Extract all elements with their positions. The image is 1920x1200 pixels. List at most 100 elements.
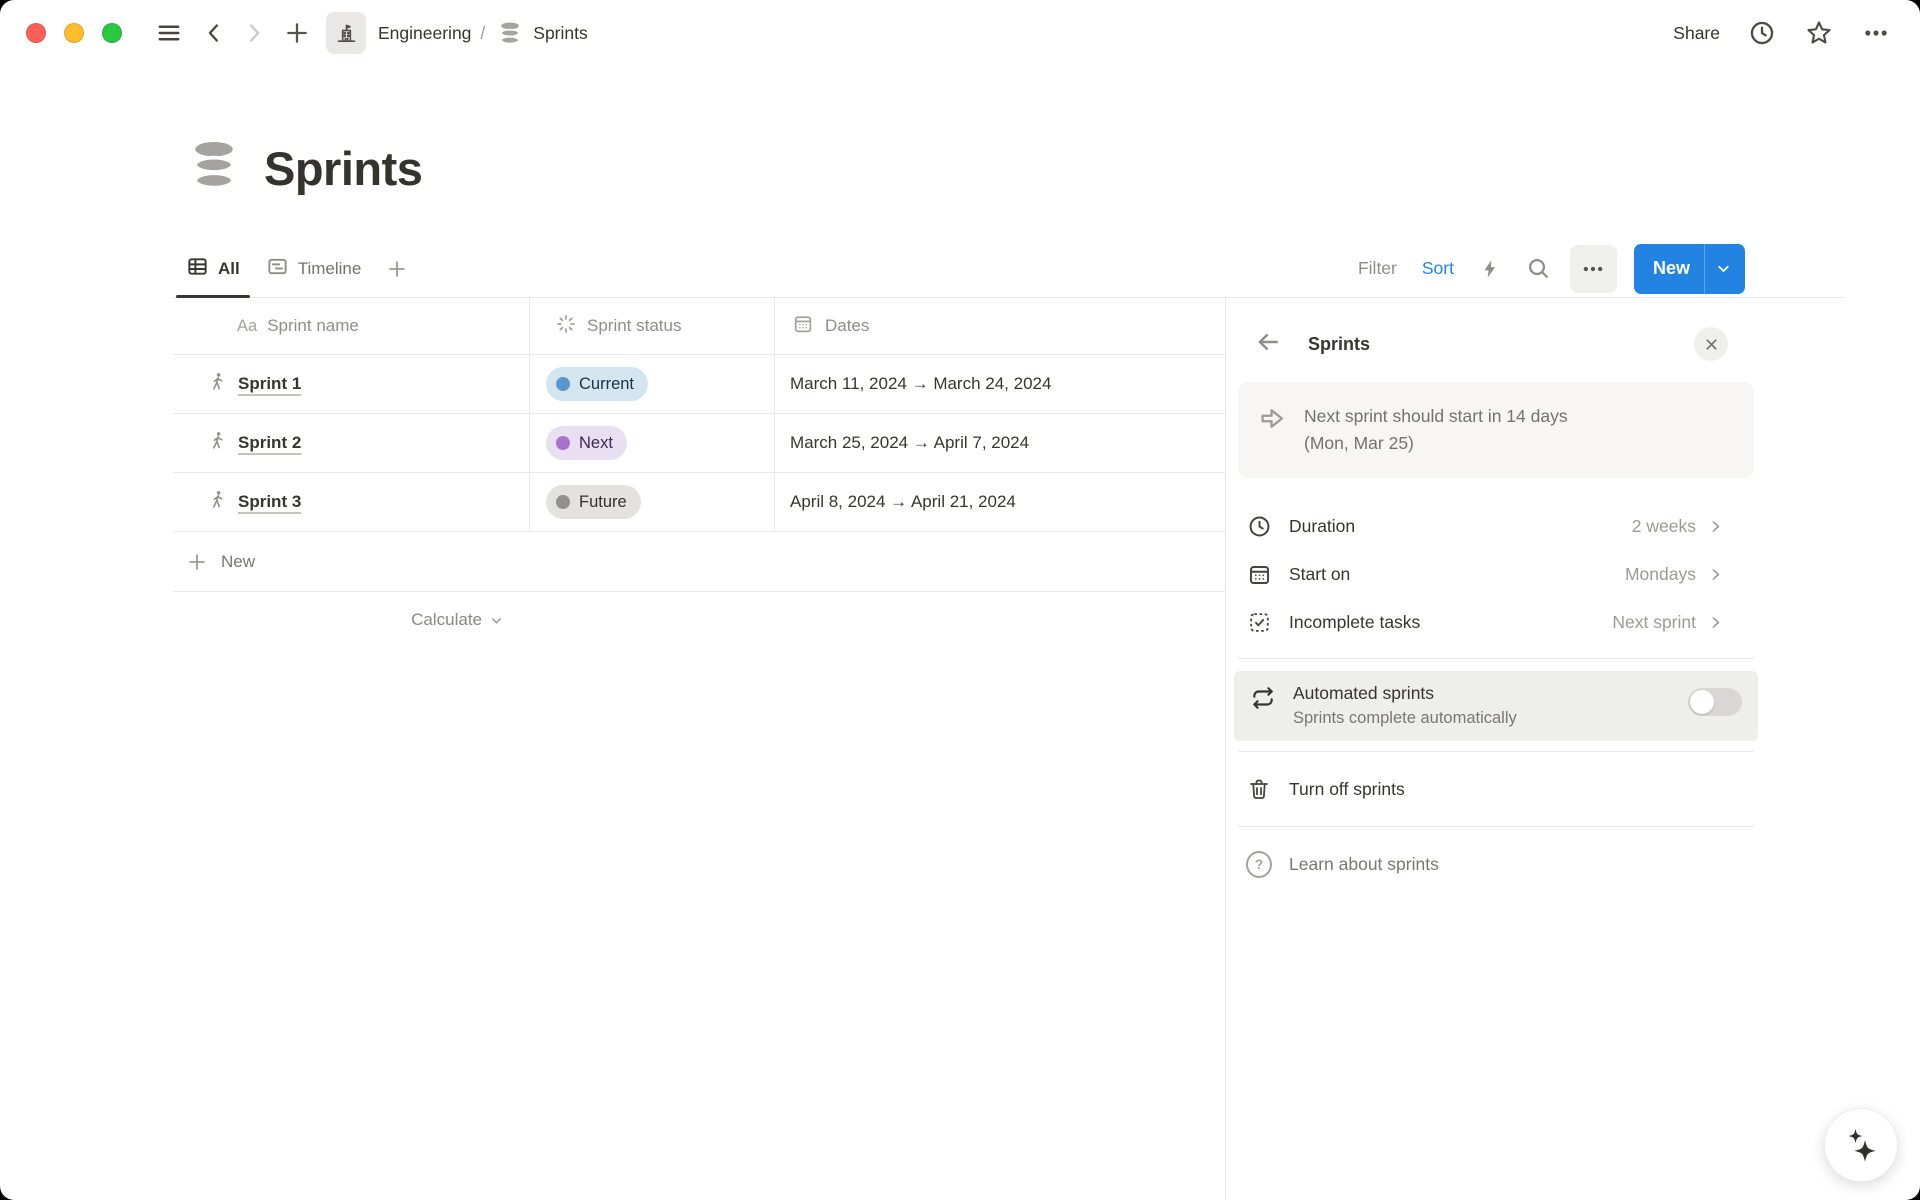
plus-icon	[186, 551, 208, 573]
favorite-star-icon[interactable]	[1804, 18, 1834, 48]
new-button-label[interactable]: New	[1634, 244, 1704, 294]
back-arrow-icon[interactable]	[1254, 328, 1282, 361]
status-dot	[556, 495, 570, 509]
share-button[interactable]: Share	[1673, 23, 1720, 44]
calculate-button[interactable]: Calculate	[173, 592, 530, 648]
sprint-name-cell[interactable]: Sprint 3	[173, 473, 530, 531]
new-page-icon[interactable]	[284, 20, 310, 46]
add-view-icon[interactable]	[374, 240, 420, 297]
divider	[1238, 658, 1754, 659]
sprint-status-cell[interactable]: Future	[530, 473, 775, 531]
tab-timeline-label: Timeline	[298, 259, 362, 279]
column-label: Sprint status	[587, 316, 682, 336]
sprint-page-link[interactable]: Sprint 1	[238, 374, 301, 394]
setting-label: Start on	[1289, 564, 1625, 585]
status-badge[interactable]: Next	[546, 426, 627, 460]
search-icon[interactable]	[1526, 256, 1551, 281]
running-person-icon	[206, 371, 227, 397]
setting-incomplete-tasks[interactable]: Incomplete tasks Next sprint	[1238, 598, 1754, 646]
breadcrumb-page[interactable]: Sprints	[533, 23, 587, 44]
date-range: March 25, 2024 → April 7, 2024	[790, 433, 1029, 453]
table-header-row: Aa Sprint name Sprint status	[173, 298, 1225, 355]
table-row: Sprint 2 Next March 25, 2024 → April 7, …	[173, 414, 1225, 473]
chevron-right-icon	[1707, 566, 1724, 583]
sprint-status-cell[interactable]: Next	[530, 414, 775, 472]
more-options-icon[interactable]	[1862, 19, 1890, 47]
sidebar-menu-icon[interactable]	[156, 20, 182, 46]
sprint-settings-list: Duration 2 weeks Start on Mondays	[1238, 502, 1754, 646]
view-toolbar: All Timeline Filter Sort	[173, 240, 1845, 298]
dates-cell[interactable]: April 8, 2024 → April 21, 2024	[775, 473, 1225, 531]
status-badge[interactable]: Current	[546, 367, 648, 401]
new-button[interactable]: New	[1634, 244, 1745, 294]
close-window-button[interactable]	[26, 23, 46, 43]
learn-about-sprints-link[interactable]: ? Learn about sprints	[1238, 839, 1754, 889]
dates-cell[interactable]: March 11, 2024 → March 24, 2024	[775, 355, 1225, 413]
forward-icon[interactable]	[242, 21, 266, 45]
automated-sprints-texts: Automated sprints Sprints complete autom…	[1293, 683, 1671, 728]
automations-bolt-icon[interactable]	[1479, 257, 1501, 281]
close-panel-button[interactable]	[1694, 327, 1728, 361]
minimize-window-button[interactable]	[64, 23, 84, 43]
updates-clock-icon[interactable]	[1748, 19, 1776, 47]
setting-value: Mondays	[1625, 564, 1696, 585]
setting-duration[interactable]: Duration 2 weeks	[1238, 502, 1754, 550]
ai-assistant-button[interactable]	[1824, 1108, 1898, 1182]
column-header-sprint-name[interactable]: Aa Sprint name	[173, 298, 530, 354]
window-topbar: Engineering / Sprints Share	[0, 0, 1920, 66]
new-button-chevron-down-icon[interactable]	[1705, 244, 1745, 294]
page-database-icon	[190, 138, 238, 199]
view-controls: Filter Sort New	[1358, 240, 1745, 297]
tab-all-label: All	[218, 259, 240, 279]
column-header-sprint-status[interactable]: Sprint status	[530, 298, 775, 354]
chevron-right-icon	[1707, 518, 1724, 535]
dates-cell[interactable]: March 25, 2024 → April 7, 2024	[775, 414, 1225, 472]
notice-line-2: (Mon, Mar 25)	[1304, 430, 1568, 457]
turn-off-sprints-button[interactable]: Turn off sprints	[1238, 764, 1754, 814]
sprint-name-cell[interactable]: Sprint 2	[173, 414, 530, 472]
page-title: Sprints	[264, 141, 422, 196]
tab-all[interactable]: All	[173, 240, 253, 297]
back-icon[interactable]	[202, 21, 226, 45]
zoom-window-button[interactable]	[102, 23, 122, 43]
text-type-icon: Aa	[237, 317, 257, 336]
setting-value: 2 weeks	[1632, 516, 1696, 537]
workspace-building-icon[interactable]	[326, 12, 366, 54]
divider	[1238, 826, 1754, 827]
sparkles-icon	[1843, 1127, 1879, 1163]
column-header-dates[interactable]: Dates	[775, 298, 1225, 354]
notion-window: Engineering / Sprints Share	[0, 0, 1920, 1200]
automated-sprints-row[interactable]: Automated sprints Sprints complete autom…	[1234, 671, 1758, 741]
sort-button[interactable]: Sort	[1422, 258, 1454, 279]
automated-sprints-label: Automated sprints	[1293, 683, 1671, 704]
table-row: Sprint 3 Future April 8, 2024 → April 21…	[173, 473, 1225, 532]
sprint-page-link[interactable]: Sprint 2	[238, 433, 301, 453]
tab-timeline[interactable]: Timeline	[253, 240, 375, 297]
turn-off-sprints-label: Turn off sprints	[1289, 779, 1405, 800]
new-row-label: New	[221, 552, 255, 572]
running-person-icon	[206, 430, 227, 456]
table-view-icon	[186, 255, 209, 283]
database-icon	[497, 20, 523, 46]
calendar-icon	[1246, 562, 1272, 587]
panel-title: Sprints	[1308, 334, 1694, 355]
question-mark: ?	[1246, 851, 1272, 878]
setting-start-on[interactable]: Start on Mondays	[1238, 550, 1754, 598]
date-range: April 8, 2024 → April 21, 2024	[790, 492, 1016, 512]
sprint-name-cell[interactable]: Sprint 1	[173, 355, 530, 413]
help-icon: ?	[1246, 851, 1272, 878]
topbar-actions: Share	[1673, 18, 1890, 48]
filter-button[interactable]: Filter	[1358, 258, 1397, 279]
sprint-page-link[interactable]: Sprint 3	[238, 492, 301, 512]
divider	[1238, 751, 1754, 752]
breadcrumb-workspace[interactable]: Engineering	[378, 23, 471, 44]
setting-value: Next sprint	[1612, 612, 1696, 633]
automated-sprints-toggle[interactable]	[1688, 688, 1742, 716]
sprint-status-cell[interactable]: Current	[530, 355, 775, 413]
chevron-down-icon	[489, 613, 504, 628]
column-label: Sprint name	[267, 316, 359, 336]
traffic-lights	[26, 23, 122, 43]
view-options-icon[interactable]	[1570, 245, 1617, 293]
status-badge[interactable]: Future	[546, 485, 641, 519]
new-row-button[interactable]: New	[173, 532, 1225, 592]
